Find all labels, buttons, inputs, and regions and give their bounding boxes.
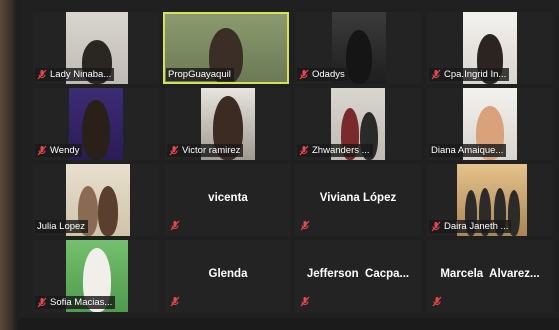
participant-tile[interactable]: Cpa.Ingrid In... [427,12,553,84]
participant-name-label: Sofia Macias... [35,296,116,309]
mic-muted-icon [300,220,310,231]
participant-name-label: Julia Lopez [35,220,89,233]
mic-muted-icon [299,69,309,80]
participant-tile[interactable]: Daira Janeth ... [427,164,553,236]
participant-tile-no-video[interactable]: Marcela Alvarez... [427,240,553,312]
background-photo-edge [0,0,18,330]
gallery-grid: Lady Ninaba... PropGuayaquil Odadys Cpa.… [18,0,559,330]
participant-name-label: Cpa.Ingrid In... [429,68,510,81]
participant-name-label: Diana Amaique... [429,144,507,157]
participant-tile-no-video[interactable]: Glenda [165,240,291,312]
mic-muted-icon [37,145,47,156]
gallery-bottom-edge [18,318,559,330]
participant-tile[interactable]: Odadys [295,12,421,84]
participant-name: Glenda [208,268,248,280]
participant-name-label: Victor ramirez [167,144,244,157]
mic-muted-icon [300,296,310,307]
participant-tile[interactable]: Zhwanders ... [295,88,421,160]
participant-name-label: Lady Ninaba... [35,68,115,81]
participant-silhouette [98,186,119,236]
participant-name: Viviana López [319,192,397,204]
mic-muted-icon [432,296,442,307]
participant-silhouette [82,100,110,160]
participant-tile-no-video[interactable]: Jefferson Cacpa... [295,240,421,312]
participant-name: vicenta [208,192,248,204]
participant-name: Marcela Alvarez... [440,268,540,280]
mic-muted-icon [431,69,441,80]
participant-tile[interactable]: Diana Amaique... [427,88,553,160]
mic-muted-icon [299,145,309,156]
participant-tile[interactable]: Sofia Macias... [33,240,159,312]
participant-tile-no-video[interactable]: vicenta [165,164,291,236]
participant-tile[interactable]: Victor ramirez [165,88,291,160]
participant-tile-active-speaker[interactable]: PropGuayaquil [163,12,289,84]
mic-muted-icon [37,297,47,308]
participant-name-label: PropGuayaquil [166,68,234,81]
mic-muted-icon [170,220,180,231]
participant-tile[interactable]: Wendy [33,88,159,160]
mic-muted-icon [170,296,180,307]
participant-name-label: Zhwanders ... [297,144,373,157]
participant-name-label: Odadys [297,68,348,81]
participant-tile[interactable]: Julia Lopez [33,164,159,236]
participant-silhouette [346,30,372,84]
participant-tile[interactable]: Lady Ninaba... [33,12,159,84]
participant-name-label: Daira Janeth ... [429,220,512,233]
mic-muted-icon [431,221,441,232]
mic-muted-icon [169,145,179,156]
participant-name: Jefferson Cacpa... [306,268,410,280]
participant-tile-no-video[interactable]: Viviana López [295,164,421,236]
mic-muted-icon [37,69,47,80]
participant-name-label: Wendy [35,144,83,157]
